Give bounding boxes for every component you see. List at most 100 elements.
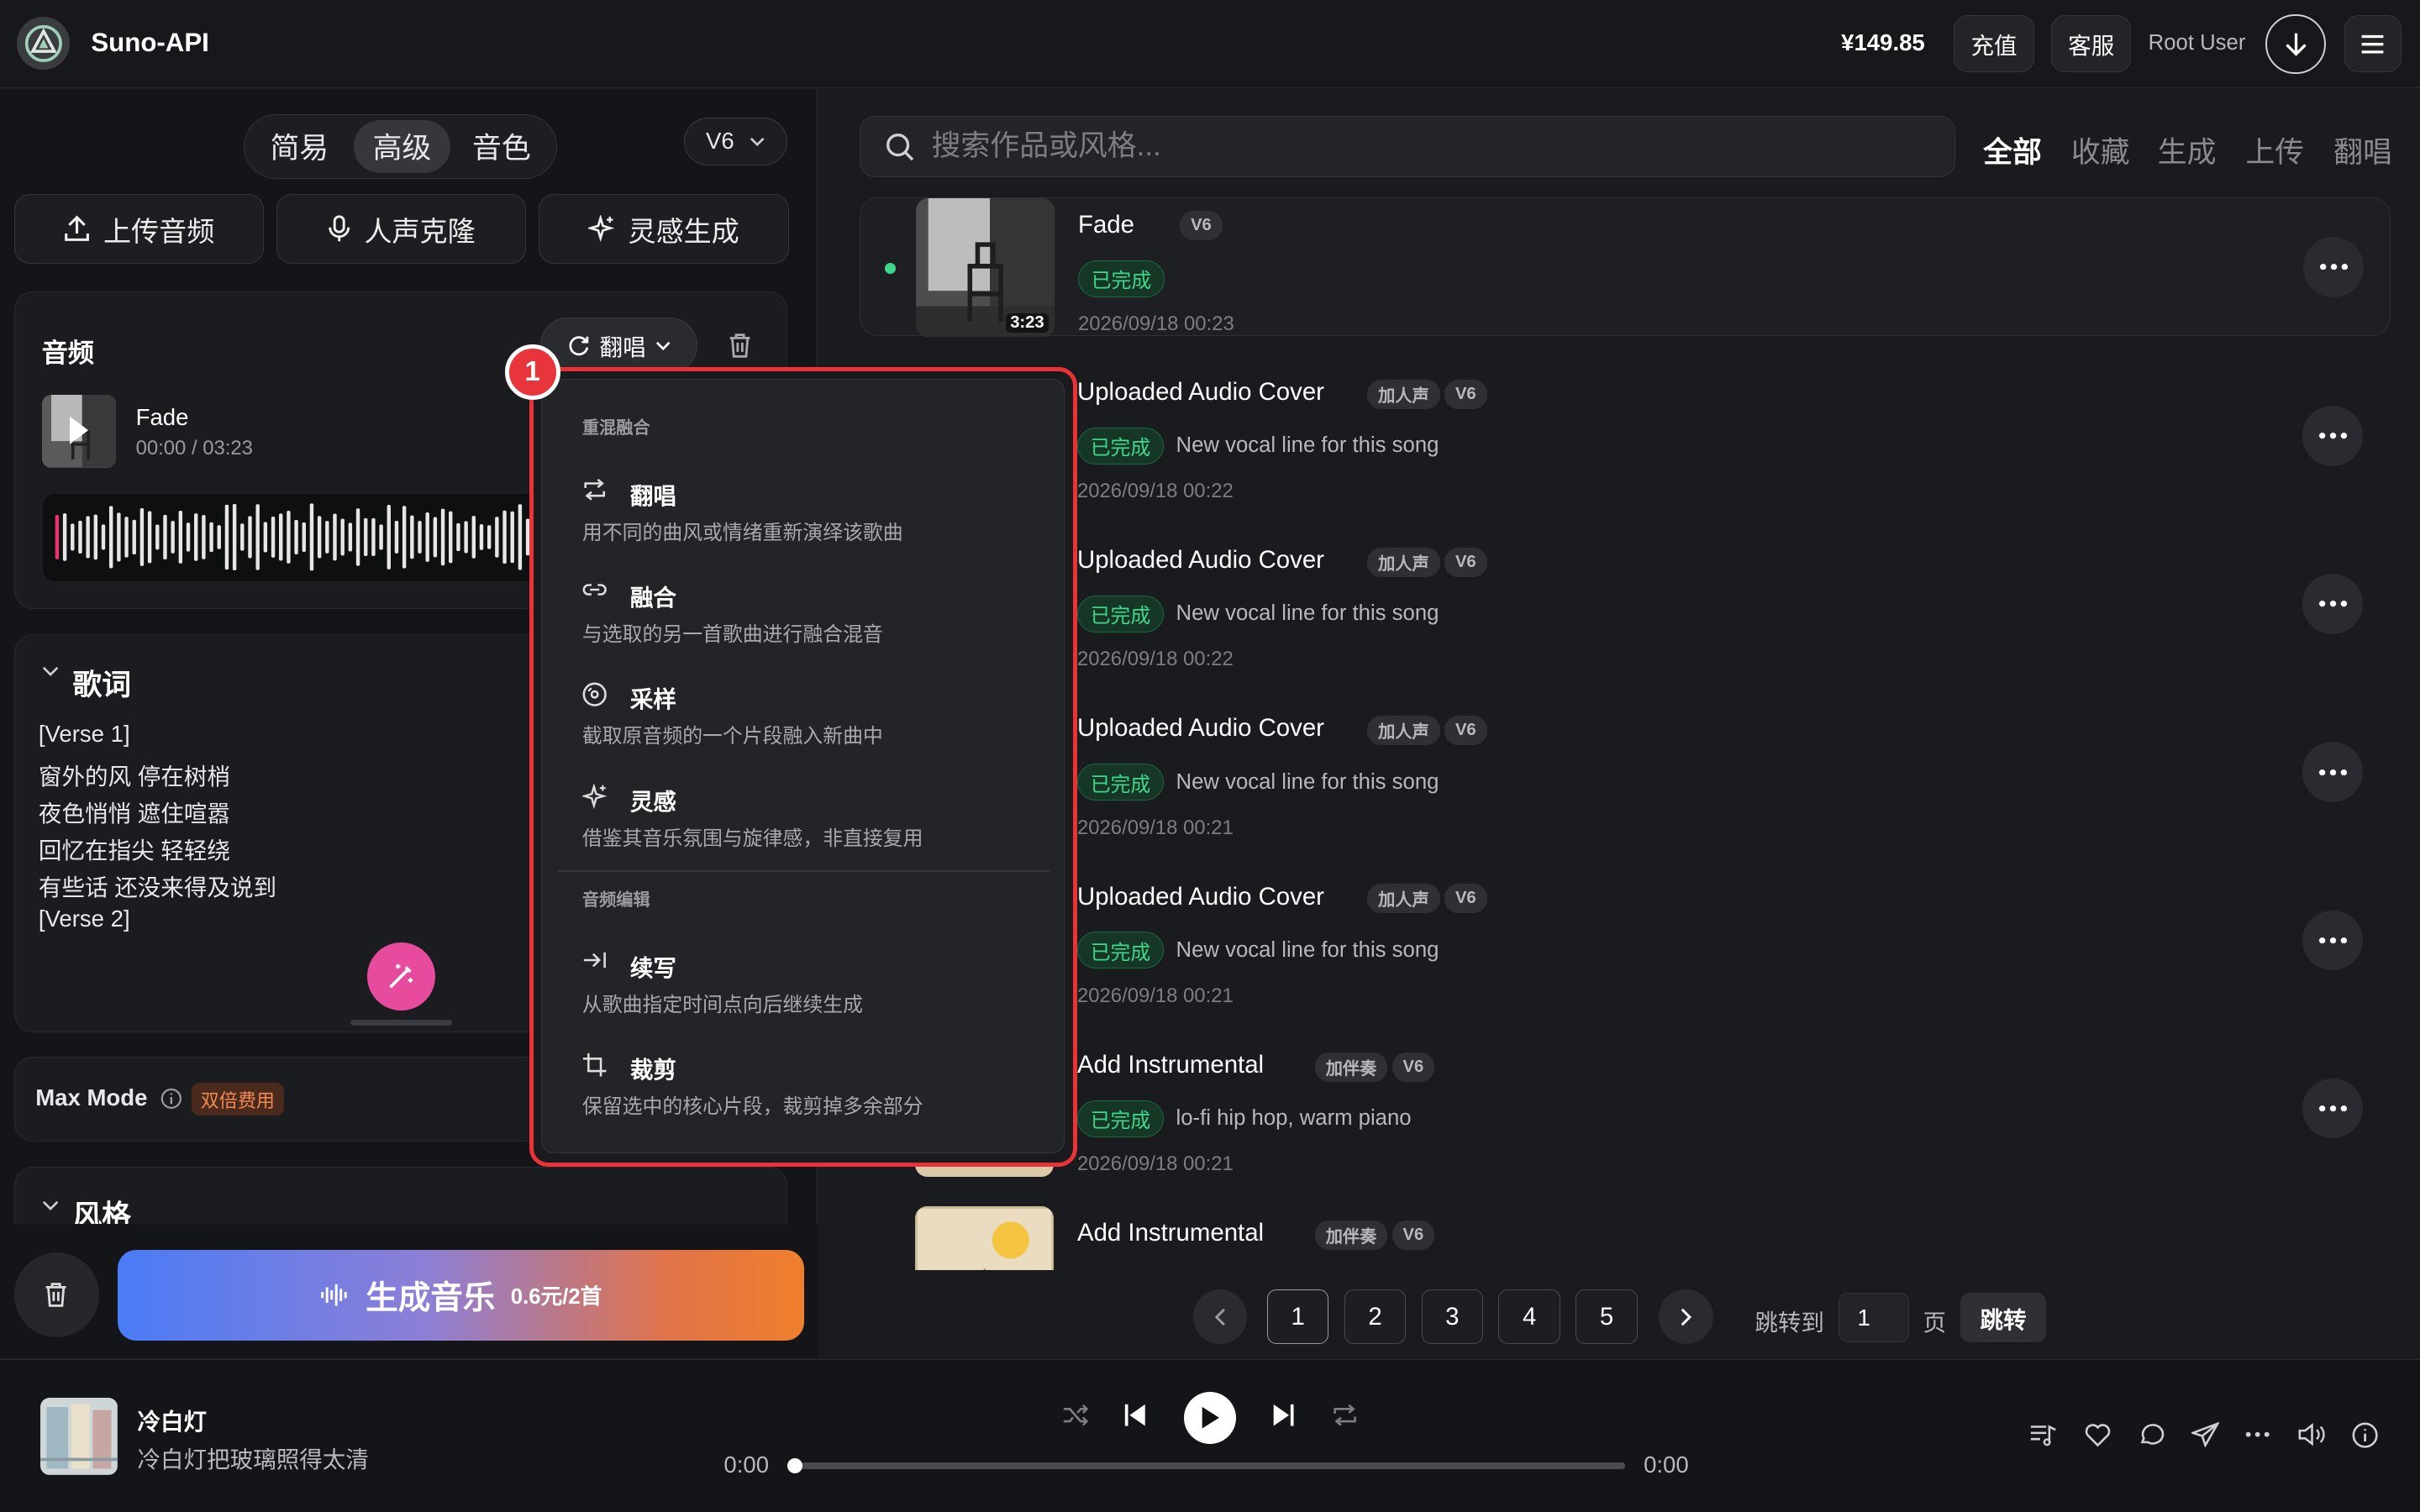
search-icon [886,134,914,161]
info-icon[interactable] [2352,1422,2378,1449]
support-button[interactable]: 客服 [2050,15,2132,73]
filter-generated[interactable]: 生成 [2158,129,2217,171]
menu-item-fuse[interactable]: 融合 与选取的另一首歌曲进行融合混音 [542,567,1064,659]
shuffle-icon[interactable] [1062,1403,1090,1427]
generate-music-button[interactable]: 生成音乐 0.6元/2首 [117,1249,804,1341]
next-icon[interactable] [1270,1403,1295,1427]
waveform-bar [349,522,353,552]
track-title[interactable]: Uploaded Audio Cover [1077,714,1324,743]
menu-item-crop[interactable]: 裁剪 保留选中的核心片段，裁剪掉多余部分 [542,1039,1064,1131]
track-thumbnail[interactable] [41,395,116,468]
lyric-line[interactable]: 夜色悄悄 遮住喧嚣 [39,795,230,828]
more-icon[interactable] [2302,1078,2363,1139]
cover-mode-button[interactable]: 翻唱 [539,318,698,374]
track-title[interactable]: Fade [1078,211,1134,239]
lyric-line[interactable]: [Verse 1] [39,721,130,748]
page-button[interactable]: 1 [1266,1289,1329,1344]
now-playing-thumbnail[interactable] [39,1398,118,1475]
list-item[interactable]: Uploaded Audio Cover 加人声 V6 已完成 New voca… [860,533,2391,696]
menu-item-inspire[interactable]: 灵感 借鉴其音乐氛围与旋律感，非直接复用 [542,770,1064,863]
track-title[interactable]: Add Instrumental [1077,1219,1264,1247]
chevron-down-icon[interactable] [42,1200,59,1211]
list-item[interactable]: Add Instrumental 加伴奏 V6 已完成 lo-fi hip ho… [860,1038,2391,1200]
list-item[interactable]: Uploaded Audio Cover 加人声 V6 已完成 New voca… [860,365,2391,528]
chevron-down-icon[interactable] [42,666,59,677]
track-title[interactable]: Uploaded Audio Cover [1077,378,1324,407]
now-playing-title[interactable]: 冷白灯 [137,1403,207,1436]
tab-advanced[interactable]: 高级 [353,120,451,173]
lyric-line[interactable]: 回忆在指尖 轻轻绕 [39,832,230,865]
lyric-line[interactable]: 有些话 还没来得及说到 [39,869,276,902]
previous-icon[interactable] [1123,1403,1148,1427]
progress-bar[interactable] [786,1457,1626,1474]
info-icon[interactable] [160,1088,182,1110]
voice-clone-button[interactable]: 人声克隆 [276,194,527,265]
download-icon[interactable] [2265,13,2326,75]
remix-dropdown: 重混融合 翻唱 用不同的曲风或情绪重新演绎该歌曲 融合 与选取的另一首歌曲进行融… [529,367,1077,1167]
track-time: 00:00 / 03:23 [135,436,253,459]
waveform[interactable] [43,493,540,582]
heart-icon[interactable] [2084,1422,2112,1447]
more-icon[interactable] [2302,574,2363,634]
list-item[interactable]: Add Instrumental 加伴奏 V6 [860,1206,2391,1270]
page-button[interactable]: 2 [1344,1289,1407,1344]
list-item[interactable]: 3:23 Fade V6 已完成 2026/09/18 00:23 [860,197,2391,338]
jump-page-input[interactable] [1838,1293,1909,1342]
jump-button[interactable]: 跳转 [1960,1293,2047,1342]
user-name[interactable]: Root User [2149,31,2246,55]
progress-handle[interactable] [786,1457,803,1474]
next-page-button[interactable] [1659,1289,1713,1344]
logo-icon[interactable] [17,17,70,70]
prev-page-button[interactable] [1192,1289,1248,1344]
menu-item-sample[interactable]: 采样 截取原音频的一个片段融入新曲中 [542,669,1064,761]
menu-item-extend[interactable]: 续写 从歌曲指定时间点向后继续生成 [542,937,1064,1029]
track-title[interactable]: Add Instrumental [1077,1051,1264,1079]
more-icon[interactable] [2302,742,2363,803]
search-input[interactable] [931,116,1935,176]
search-box[interactable] [860,115,1956,178]
inspire-button[interactable]: 灵感生成 [539,194,789,265]
track-title[interactable]: Uploaded Audio Cover [1077,546,1324,575]
generate-label: 生成音乐 [366,1279,496,1316]
upload-audio-button[interactable]: 上传音频 [13,194,265,265]
repeat-icon[interactable] [1332,1403,1358,1427]
version-select[interactable]: V6 [683,117,787,165]
page-button[interactable]: 5 [1576,1289,1638,1344]
track-title[interactable]: Uploaded Audio Cover [1077,883,1324,911]
play-button[interactable] [1183,1391,1237,1445]
page-button[interactable]: 3 [1421,1289,1484,1344]
waveform-bar [518,503,523,570]
version-tag: V6 [1444,716,1487,746]
lyric-line[interactable]: [Verse 2] [39,906,130,932]
clear-button[interactable] [13,1252,99,1338]
more-icon[interactable] [2302,406,2363,466]
more-icon[interactable] [2302,910,2363,971]
more-icon[interactable] [2303,237,2364,297]
track-thumbnail[interactable] [915,1206,1055,1270]
filter-uploaded[interactable]: 上传 [2245,129,2304,171]
recharge-button[interactable]: 充值 [1954,15,2034,73]
play-icon [1202,1407,1219,1429]
trash-icon[interactable] [727,332,753,360]
track-thumbnail[interactable]: 3:23 [916,198,1055,338]
more-icon[interactable] [2245,1431,2270,1438]
filter-favorites[interactable]: 收藏 [2071,129,2130,171]
volume-icon[interactable] [2298,1422,2326,1446]
tab-simple[interactable]: 简易 [256,120,343,172]
menu-item-cover[interactable]: 翻唱 用不同的曲风或情绪重新演绎该歌曲 [542,465,1064,557]
filter-covers[interactable]: 翻唱 [2333,129,2392,171]
magic-wand-button[interactable] [367,942,435,1011]
waveform-bar [410,515,414,559]
resize-handle[interactable] [350,1020,453,1026]
menu-item-label: 融合 [629,585,676,612]
share-icon[interactable] [2191,1422,2220,1447]
lyric-line[interactable]: 窗外的风 停在树梢 [39,758,230,791]
filter-all[interactable]: 全部 [1983,129,2042,171]
playlist-icon[interactable] [2029,1422,2057,1446]
list-item[interactable]: Uploaded Audio Cover 加人声 V6 已完成 New voca… [860,870,2391,1032]
page-button[interactable]: 4 [1498,1289,1560,1344]
tab-voice[interactable]: 音色 [458,120,544,172]
list-item[interactable]: Uploaded Audio Cover 加人声 V6 已完成 New voca… [860,702,2391,864]
menu-icon[interactable] [2344,15,2402,73]
comment-icon[interactable] [2138,1422,2165,1446]
